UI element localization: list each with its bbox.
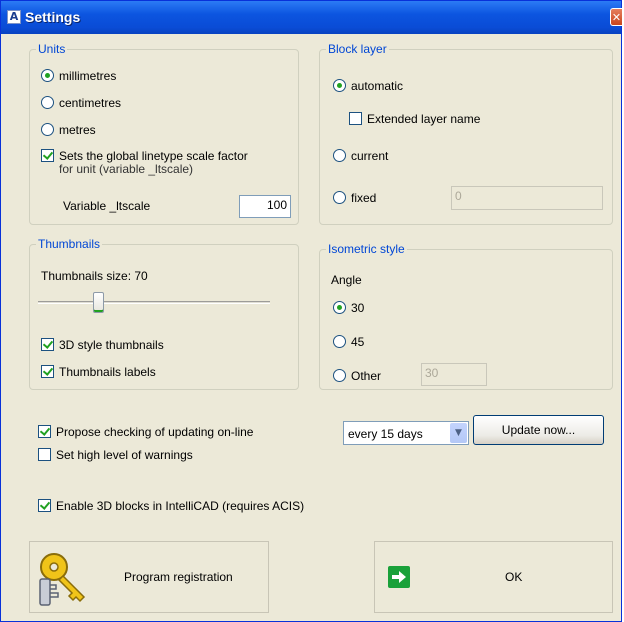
radio-current[interactable] <box>333 149 346 162</box>
ok-button-label: OK <box>505 570 523 584</box>
radio-angle-30-label: 30 <box>351 301 365 315</box>
thumbnails-3d-checkbox[interactable] <box>41 338 54 351</box>
update-frequency-value: every 15 days <box>348 427 423 441</box>
radio-angle-30[interactable] <box>333 301 346 314</box>
extended-layer-checkbox[interactable] <box>349 112 362 125</box>
thumbnails-size-slider-thumb[interactable] <box>93 292 104 313</box>
radio-angle-45[interactable] <box>333 335 346 348</box>
propose-update-checkbox[interactable] <box>38 425 51 438</box>
program-registration-button[interactable]: Program registration <box>29 541 269 613</box>
enable-3d-blocks-label: Enable 3D blocks in IntelliCAD (requires… <box>56 499 305 513</box>
radio-fixed[interactable] <box>333 191 346 204</box>
window-title: Settings <box>25 9 81 25</box>
thumbnails-size-track[interactable] <box>38 301 270 304</box>
ltscale-input[interactable]: 100 <box>239 195 291 218</box>
update-now-button[interactable]: Update now... <box>473 415 604 445</box>
propose-update-label: Propose checking of updating on-line <box>56 425 254 439</box>
program-registration-label: Program registration <box>124 570 233 584</box>
ok-button[interactable]: OK <box>374 541 613 613</box>
app-icon: A <box>7 10 21 24</box>
radio-millimetres-label: millimetres <box>59 69 117 83</box>
angle-label: Angle <box>331 273 362 287</box>
keys-icon <box>36 549 94 607</box>
thumbnails-labels-checkbox[interactable] <box>41 365 54 378</box>
radio-metres[interactable] <box>41 123 54 136</box>
radio-fixed-label: fixed <box>351 191 377 205</box>
isometric-group-label: Isometric style <box>326 242 407 256</box>
ltscale-checkbox[interactable] <box>41 149 54 162</box>
radio-millimetres[interactable] <box>41 69 54 82</box>
radio-angle-45-label: 45 <box>351 335 365 349</box>
radio-centimetres-label: centimetres <box>59 96 122 110</box>
radio-automatic-label: automatic <box>351 79 404 93</box>
title-bar[interactable]: A Settings ✕ <box>1 1 622 34</box>
extended-layer-label: Extended layer name <box>367 112 481 126</box>
high-warnings-label: Set high level of warnings <box>56 448 193 462</box>
radio-metres-label: metres <box>59 123 96 137</box>
chevron-down-icon[interactable]: ▼ <box>450 423 467 443</box>
thumbnails-3d-label: 3D style thumbnails <box>59 338 164 352</box>
enable-3d-blocks-checkbox[interactable] <box>38 499 51 512</box>
thumbnails-labels-label: Thumbnails labels <box>59 365 156 379</box>
close-button[interactable]: ✕ <box>610 8 622 26</box>
green-arrow-icon <box>388 566 410 588</box>
radio-centimetres[interactable] <box>41 96 54 109</box>
fixed-layer-input[interactable]: 0 <box>451 186 603 210</box>
high-warnings-checkbox[interactable] <box>38 448 51 461</box>
radio-angle-other-label: Other <box>351 369 382 383</box>
radio-automatic[interactable] <box>333 79 346 92</box>
units-group-label: Units <box>36 42 68 56</box>
other-angle-input[interactable]: 30 <box>421 363 487 386</box>
ltscale-checkbox-label-line1: Sets the global linetype scale factor <box>59 149 248 163</box>
update-frequency-select[interactable]: every 15 days ▼ <box>343 421 469 445</box>
ltscale-label: Variable _ltscale <box>63 199 151 213</box>
thumbnails-size-label: Thumbnails size: 70 <box>41 269 148 283</box>
settings-window: A Settings ✕ Units millimetres centimetr… <box>0 0 622 622</box>
radio-angle-other[interactable] <box>333 369 346 382</box>
radio-current-label: current <box>351 149 389 163</box>
thumbnails-group-label: Thumbnails <box>36 237 103 251</box>
block-layer-group-label: Block layer <box>326 42 389 56</box>
ltscale-checkbox-label-line2: for unit (variable _ltscale) <box>59 162 194 176</box>
